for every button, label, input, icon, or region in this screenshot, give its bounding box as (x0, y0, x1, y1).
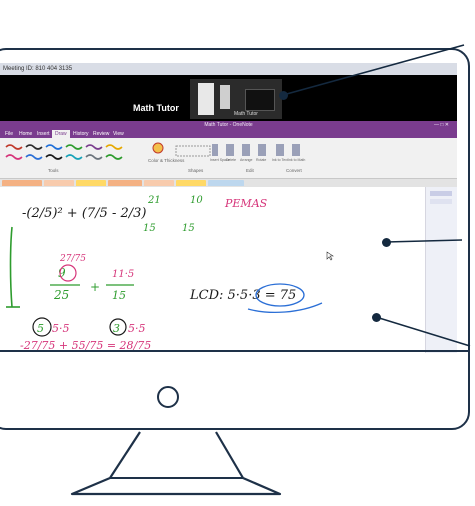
callout-dot (382, 238, 391, 247)
callout-dot (279, 91, 288, 100)
callout-dot (372, 313, 381, 322)
monitor-stand (70, 44, 471, 496)
